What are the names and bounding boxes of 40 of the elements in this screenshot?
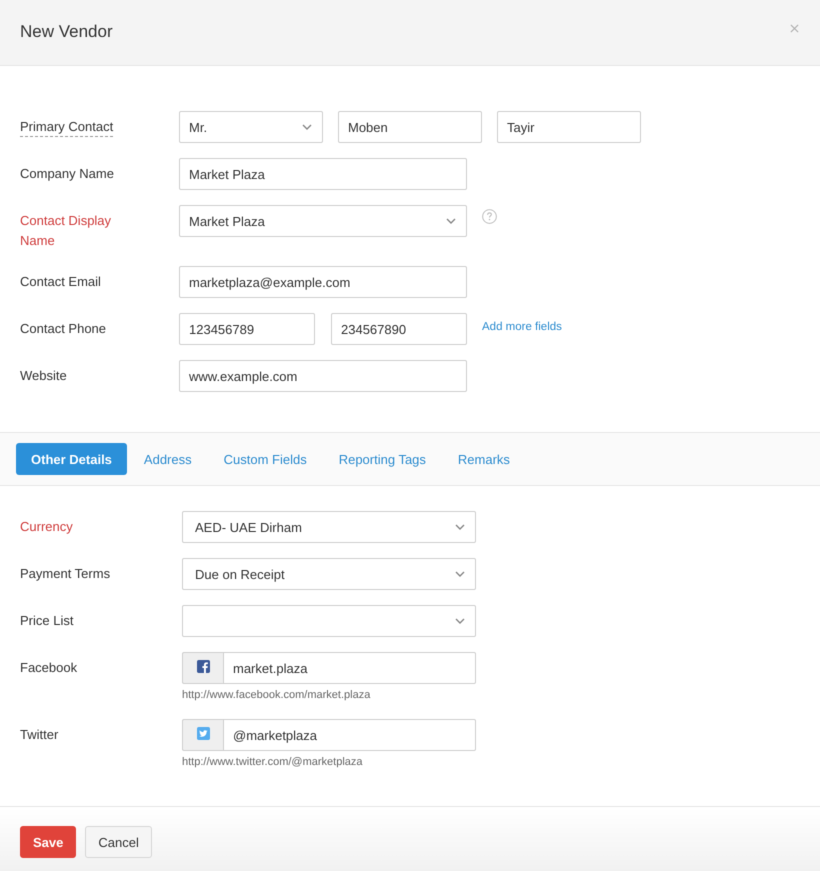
text-field[interactable]: @marketplaza (223, 719, 476, 751)
text-field[interactable]: 234567890 (331, 313, 467, 345)
field-label: Twitter (20, 726, 58, 744)
text-field[interactable]: marketplaza@example.com (179, 266, 467, 298)
close-icon[interactable] (790, 24, 799, 33)
field-label: Payment Terms (20, 565, 110, 583)
field-label: Contact Email (20, 273, 101, 291)
chevron-icon (455, 618, 465, 624)
field-label: Price List (20, 612, 74, 630)
select-field[interactable]: Market Plaza (179, 205, 467, 237)
field-label: Currency (20, 518, 73, 536)
cancel-button[interactable]: Cancel (85, 826, 152, 858)
save-button[interactable]: Save (20, 826, 76, 858)
text-field[interactable]: Market Plaza (179, 158, 467, 190)
select-field[interactable] (182, 605, 476, 637)
field-label: Facebook (20, 659, 78, 677)
select-field[interactable]: Mr. (179, 111, 323, 143)
text-field[interactable]: Moben (338, 111, 482, 143)
text-field[interactable]: market.plaza (223, 652, 476, 684)
facebook-icon (196, 660, 210, 673)
field-label: Contact Display Name (20, 212, 112, 250)
field-label: Company Name (20, 165, 114, 183)
field-label: Primary Contact (20, 118, 114, 136)
add-more-fields-link[interactable]: Add more fields (482, 313, 562, 341)
chevron-icon (455, 524, 465, 530)
text-field[interactable]: Tayir (497, 111, 641, 143)
chevron-icon (446, 218, 456, 224)
text-field[interactable]: 123456789 (179, 313, 315, 345)
field-label: Website (20, 367, 67, 385)
profile-url: http://www.facebook.com/market.plaza (182, 688, 372, 703)
dialog-title: New Vendor (20, 22, 113, 42)
chevron-icon (302, 124, 312, 130)
text-field[interactable]: www.example.com (179, 360, 467, 392)
profile-url: http://www.twitter.com/@marketplaza (182, 755, 364, 770)
twitter-icon (196, 727, 210, 740)
select-field[interactable]: AED- UAE Dirham (182, 511, 476, 543)
help-icon[interactable] (482, 209, 497, 224)
select-field[interactable]: Due on Receipt (182, 558, 476, 590)
field-label: Contact Phone (20, 320, 106, 338)
chevron-icon (455, 571, 465, 577)
